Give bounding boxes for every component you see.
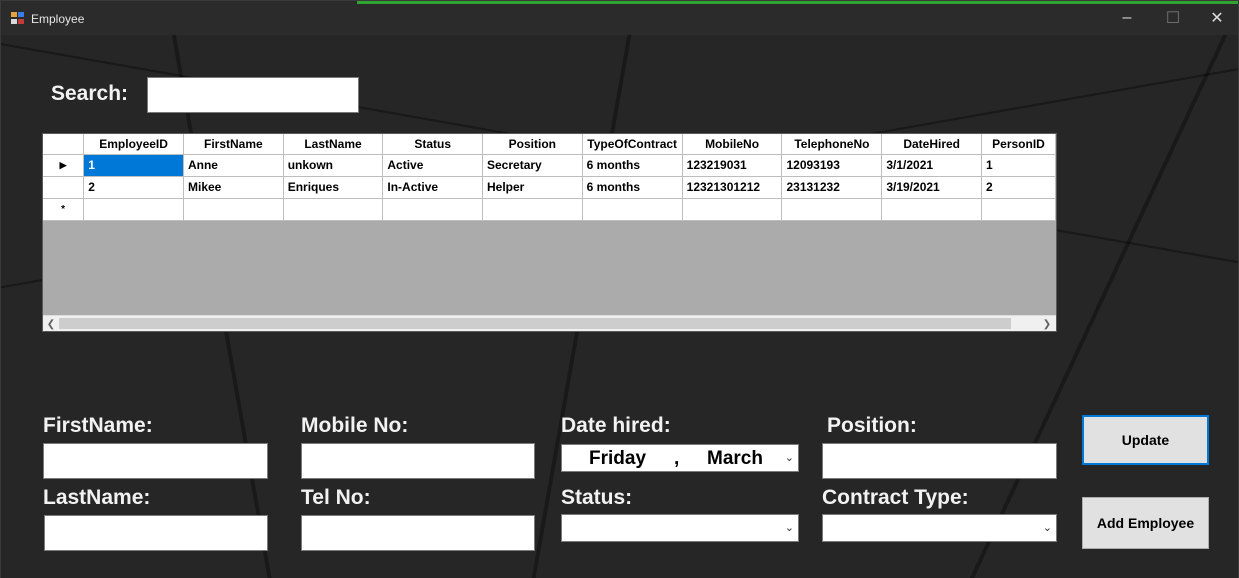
firstname-label: FirstName:: [43, 414, 153, 437]
table-cell[interactable]: 1: [981, 154, 1056, 177]
table-cell[interactable]: [582, 198, 683, 221]
horizontal-scrollbar[interactable]: ❮ ❯: [43, 315, 1056, 331]
tel-label: Tel No:: [301, 486, 371, 509]
update-button[interactable]: Update: [1082, 415, 1209, 465]
table-cell[interactable]: [781, 198, 883, 221]
employee-grid[interactable]: EmployeeID FirstName LastName Status Pos…: [42, 133, 1057, 332]
chevron-down-icon[interactable]: ⌄: [785, 451, 794, 464]
column-header[interactable]: FirstName: [183, 134, 284, 155]
column-header[interactable]: Status: [382, 134, 483, 155]
table-cell[interactable]: [183, 198, 284, 221]
chevron-down-icon[interactable]: ⌄: [785, 521, 794, 534]
close-icon[interactable]: ✕: [1194, 1, 1239, 35]
employee-table: EmployeeID FirstName LastName Status Pos…: [43, 134, 1056, 221]
column-header[interactable]: EmployeeID: [83, 134, 184, 155]
position-label: Position:: [827, 414, 917, 437]
table-cell[interactable]: [682, 198, 783, 221]
window-title: Employee: [31, 12, 85, 26]
column-header[interactable]: LastName: [283, 134, 384, 155]
table-cell[interactable]: 12321301212: [682, 176, 783, 199]
position-input[interactable]: [822, 443, 1057, 479]
table-row[interactable]: 2 Mikee Enriques In-Active Helper 6 mont…: [43, 176, 1056, 199]
date-hired-picker[interactable]: Friday , March ⌄: [561, 444, 799, 472]
grid-header-row: EmployeeID FirstName LastName Status Pos…: [43, 134, 1056, 155]
table-cell[interactable]: [981, 198, 1056, 221]
date-hired-label: Date hired:: [561, 414, 671, 437]
column-header[interactable]: TelephoneNo: [781, 134, 883, 155]
status-label: Status:: [561, 486, 633, 509]
table-cell[interactable]: 1: [83, 154, 184, 177]
table-cell[interactable]: Enriques: [283, 176, 384, 199]
corner-header[interactable]: [43, 134, 85, 155]
column-header[interactable]: MobileNo: [682, 134, 783, 155]
search-label: Search:: [51, 82, 129, 105]
table-cell[interactable]: Helper: [482, 176, 583, 199]
app-icon: [11, 12, 25, 25]
table-cell[interactable]: 23131232: [781, 176, 883, 199]
column-header[interactable]: Position: [482, 134, 583, 155]
client-area: Search: EmployeeID FirstName LastName St…: [1, 35, 1238, 578]
mobile-input[interactable]: [301, 443, 535, 479]
date-day: Friday: [589, 448, 647, 469]
lastname-input[interactable]: [44, 515, 268, 551]
table-cell[interactable]: Secretary: [482, 154, 583, 177]
column-header[interactable]: DateHired: [881, 134, 983, 155]
chevron-down-icon[interactable]: ⌄: [1043, 521, 1052, 534]
maximize-icon[interactable]: ☐: [1150, 1, 1196, 35]
table-cell[interactable]: 3/19/2021: [881, 176, 983, 199]
table-cell[interactable]: 2: [981, 176, 1056, 199]
table-row[interactable]: ▶ 1 Anne unkown Active Secretary 6 month…: [43, 154, 1056, 177]
add-employee-button[interactable]: Add Employee: [1082, 497, 1209, 549]
table-cell[interactable]: 12093193: [781, 154, 883, 177]
table-cell[interactable]: [83, 198, 184, 221]
mobile-label: Mobile No:: [301, 414, 409, 437]
table-cell[interactable]: Mikee: [183, 176, 284, 199]
contract-type-label: Contract Type:: [822, 486, 969, 509]
table-cell[interactable]: 2: [83, 176, 184, 199]
table-cell[interactable]: unkown: [283, 154, 384, 177]
table-cell[interactable]: 6 months: [582, 176, 683, 199]
status-select[interactable]: ⌄: [561, 514, 799, 542]
new-row[interactable]: *: [43, 198, 1056, 221]
table-cell[interactable]: [482, 198, 583, 221]
contract-type-select[interactable]: ⌄: [822, 514, 1057, 542]
table-cell[interactable]: Anne: [183, 154, 284, 177]
table-cell[interactable]: In-Active: [382, 176, 483, 199]
tel-input[interactable]: [301, 515, 535, 551]
minimize-icon[interactable]: –: [1104, 1, 1150, 35]
table-cell[interactable]: [881, 198, 983, 221]
table-cell[interactable]: Active: [382, 154, 483, 177]
table-cell[interactable]: 123219031: [682, 154, 783, 177]
search-input[interactable]: [147, 77, 359, 113]
column-header[interactable]: PersonID: [981, 134, 1056, 155]
table-cell[interactable]: 3/1/2021: [881, 154, 983, 177]
lastname-label: LastName:: [43, 486, 151, 509]
scroll-left-icon[interactable]: ❮: [43, 316, 59, 331]
new-row-indicator[interactable]: *: [43, 198, 85, 221]
row-header[interactable]: [43, 176, 85, 199]
table-cell[interactable]: [283, 198, 384, 221]
date-separator: ,: [674, 448, 680, 469]
table-cell[interactable]: 6 months: [582, 154, 683, 177]
scroll-thumb[interactable]: [59, 318, 1011, 329]
title-bar[interactable]: Employee – ☐ ✕: [1, 1, 1238, 35]
employee-window: Employee – ☐ ✕ Search: EmployeeID FirstN…: [0, 0, 1239, 578]
scroll-right-icon[interactable]: ❯: [1039, 316, 1055, 331]
current-row-indicator[interactable]: ▶: [43, 154, 85, 177]
date-month: March: [707, 448, 763, 469]
column-header[interactable]: TypeOfContract: [582, 134, 683, 155]
table-cell[interactable]: [382, 198, 483, 221]
firstname-input[interactable]: [43, 443, 268, 479]
